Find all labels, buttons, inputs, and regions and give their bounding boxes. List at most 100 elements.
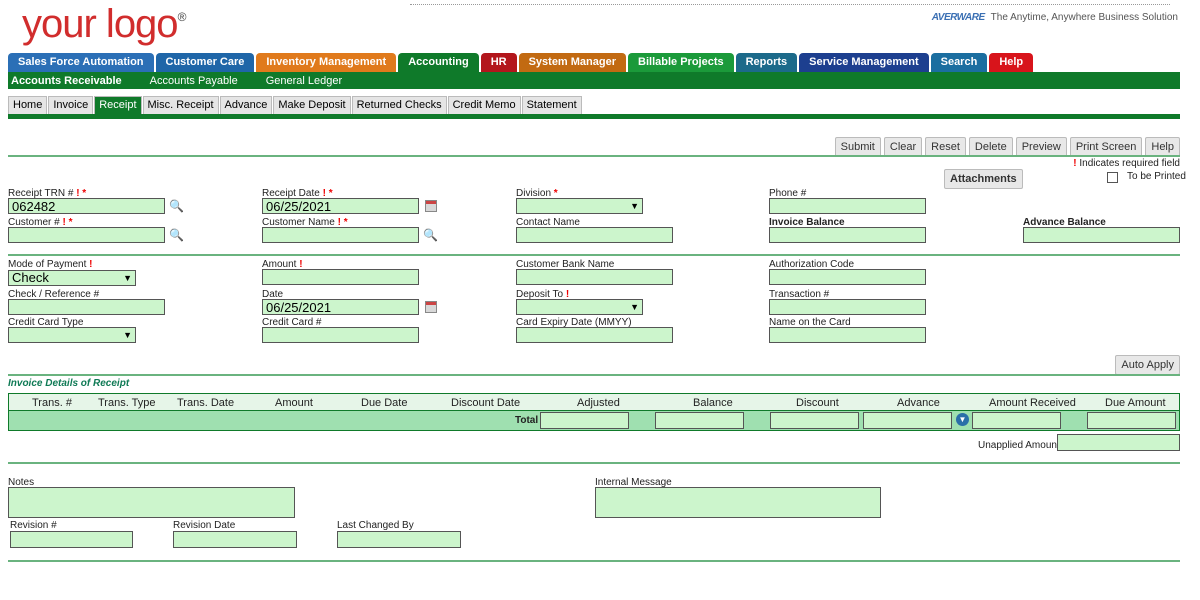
- last-changed-input[interactable]: [337, 531, 461, 548]
- search-icon[interactable]: 🔍: [169, 228, 184, 242]
- submenu-accounts-receivable[interactable]: Accounts Receivable: [8, 75, 125, 87]
- module-tab-customer-care[interactable]: Customer Care: [155, 53, 255, 72]
- calendar-icon[interactable]: [425, 301, 437, 313]
- delete-button[interactable]: Delete: [968, 137, 1013, 157]
- module-tab-accounting[interactable]: Accounting: [398, 53, 479, 72]
- module-tab-inventory[interactable]: Inventory Management: [256, 53, 397, 72]
- calendar-icon[interactable]: [425, 200, 437, 212]
- col-trans-type[interactable]: Trans. Type: [98, 397, 155, 409]
- total-advance-input[interactable]: [863, 412, 952, 429]
- customer-bank-input[interactable]: [516, 269, 673, 285]
- tab-receipt[interactable]: Receipt: [94, 96, 142, 114]
- col-amount[interactable]: Amount: [275, 397, 313, 409]
- tab-statement[interactable]: Statement: [521, 96, 582, 114]
- amount-input[interactable]: [262, 269, 419, 285]
- mode-payment-label: Mode of Payment !: [8, 259, 93, 270]
- attachments-button[interactable]: Attachments: [944, 169, 1023, 189]
- search-icon[interactable]: 🔍: [169, 199, 184, 213]
- cc-type-select[interactable]: ▼: [8, 327, 136, 343]
- submenu-general-ledger[interactable]: General Ledger: [263, 75, 345, 87]
- unapplied-amount-input[interactable]: [1057, 434, 1180, 451]
- invoice-balance-input[interactable]: [769, 227, 926, 243]
- col-discount[interactable]: Discount: [796, 397, 839, 409]
- module-tab-hr[interactable]: HR: [480, 53, 517, 72]
- auto-apply-button[interactable]: Auto Apply: [1115, 355, 1180, 375]
- revision-date-label: Revision Date: [173, 520, 236, 531]
- to-be-printed-checkbox[interactable]: [1107, 172, 1118, 183]
- revision-date-input[interactable]: [173, 531, 297, 548]
- col-due-date[interactable]: Due Date: [361, 397, 407, 409]
- col-adjusted[interactable]: Adjusted: [577, 397, 620, 409]
- brand: AVERWARE The Anytime, Anywhere Business …: [932, 12, 1178, 23]
- divider: [8, 254, 1180, 256]
- tab-invoice[interactable]: Invoice: [48, 96, 94, 114]
- print-screen-button[interactable]: Print Screen: [1069, 137, 1143, 157]
- submenu-bar: Accounts Receivable Accounts Payable Gen…: [8, 72, 1180, 89]
- col-discount-date[interactable]: Discount Date: [451, 397, 520, 409]
- tab-make-deposit[interactable]: Make Deposit: [273, 96, 351, 114]
- preview-button[interactable]: Preview: [1015, 137, 1067, 157]
- tab-returned-checks[interactable]: Returned Checks: [351, 96, 447, 114]
- reset-button[interactable]: Reset: [925, 137, 966, 157]
- tab-credit-memo[interactable]: Credit Memo: [447, 96, 521, 114]
- module-tab-billable-projects[interactable]: Billable Projects: [628, 53, 734, 72]
- internal-message-textarea[interactable]: [595, 487, 881, 518]
- help-button[interactable]: Help: [1145, 137, 1180, 157]
- total-amount-received-input[interactable]: [972, 412, 1061, 429]
- module-tab-help[interactable]: Help: [989, 53, 1034, 72]
- invoice-grid-total-row: Total ▼: [8, 410, 1180, 431]
- phone-input[interactable]: [769, 198, 926, 214]
- tab-home[interactable]: Home: [8, 96, 48, 114]
- date-input[interactable]: 06/25/2021: [262, 299, 419, 315]
- col-amount-received[interactable]: Amount Received: [989, 397, 1076, 409]
- check-ref-input[interactable]: [8, 299, 165, 315]
- search-icon[interactable]: 🔍: [423, 228, 438, 242]
- divider: [8, 560, 1180, 562]
- divider: [8, 462, 1180, 464]
- module-tab-search[interactable]: Search: [930, 53, 988, 72]
- total-adjusted-input[interactable]: [540, 412, 629, 429]
- contact-name-input[interactable]: [516, 227, 673, 243]
- card-expiry-input[interactable]: [516, 327, 673, 343]
- col-trans-no[interactable]: Trans. #: [32, 397, 72, 409]
- unapplied-amount-label: Unapplied Amount: [978, 440, 1060, 451]
- advance-balance-input[interactable]: [1023, 227, 1180, 243]
- module-tab-sfa[interactable]: Sales Force Automation: [8, 53, 154, 72]
- col-balance[interactable]: Balance: [693, 397, 733, 409]
- tab-advance[interactable]: Advance: [219, 96, 273, 114]
- name-on-card-input[interactable]: [769, 327, 926, 343]
- module-tab-reports[interactable]: Reports: [735, 53, 798, 72]
- col-due-amount[interactable]: Due Amount: [1105, 397, 1166, 409]
- clear-button[interactable]: Clear: [883, 137, 923, 157]
- module-tab-system-manager[interactable]: System Manager: [518, 53, 627, 72]
- customer-no-input[interactable]: [8, 227, 165, 243]
- receipt-trn-input[interactable]: 062482: [8, 198, 165, 214]
- authorization-input[interactable]: [769, 269, 926, 285]
- chevron-down-circle-icon[interactable]: ▼: [956, 413, 969, 426]
- notes-textarea[interactable]: [8, 487, 295, 518]
- col-advance[interactable]: Advance: [897, 397, 940, 409]
- revision-label: Revision #: [10, 520, 57, 531]
- submenu-accounts-payable[interactable]: Accounts Payable: [147, 75, 241, 87]
- to-be-printed-label: To be Printed: [1127, 171, 1186, 182]
- submit-button[interactable]: Submit: [834, 137, 881, 157]
- chevron-down-icon: ▼: [630, 201, 639, 211]
- division-select[interactable]: ▼: [516, 198, 643, 214]
- total-due-amount-input[interactable]: [1087, 412, 1176, 429]
- receipt-date-input[interactable]: 06/25/2021: [262, 198, 419, 214]
- total-balance-input[interactable]: [655, 412, 744, 429]
- total-discount-input[interactable]: [770, 412, 859, 429]
- tab-misc-receipt[interactable]: Misc. Receipt: [142, 96, 219, 114]
- last-changed-label: Last Changed By: [337, 520, 414, 531]
- invoice-grid-header: Trans. # Trans. Type Trans. Date Amount …: [8, 393, 1180, 410]
- customer-name-input[interactable]: [262, 227, 419, 243]
- revision-input[interactable]: [10, 531, 133, 548]
- col-trans-date[interactable]: Trans. Date: [177, 397, 234, 409]
- transaction-input[interactable]: [769, 299, 926, 315]
- deposit-to-select[interactable]: ▼: [516, 299, 643, 315]
- module-tabs: Sales Force Automation Customer Care Inv…: [8, 53, 1034, 72]
- chevron-down-icon: ▼: [630, 302, 639, 312]
- cc-no-input[interactable]: [262, 327, 419, 343]
- mode-payment-select[interactable]: Check ▼: [8, 270, 136, 286]
- module-tab-service-management[interactable]: Service Management: [799, 53, 929, 72]
